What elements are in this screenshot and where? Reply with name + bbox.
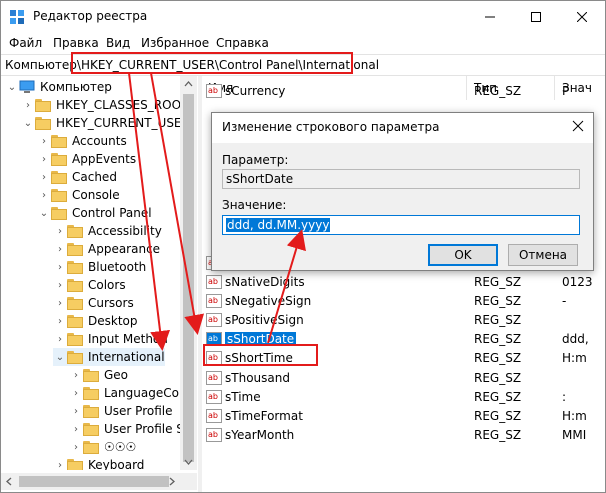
arrow-to-value-field [267,229,306,344]
registry-editor-window: Редактор реестра Файл Правка Вид Избранн… [0,0,606,493]
arrow-to-values-pane [150,72,205,335]
annotation-arrows [128,72,306,351]
arrow-to-international [128,72,171,351]
